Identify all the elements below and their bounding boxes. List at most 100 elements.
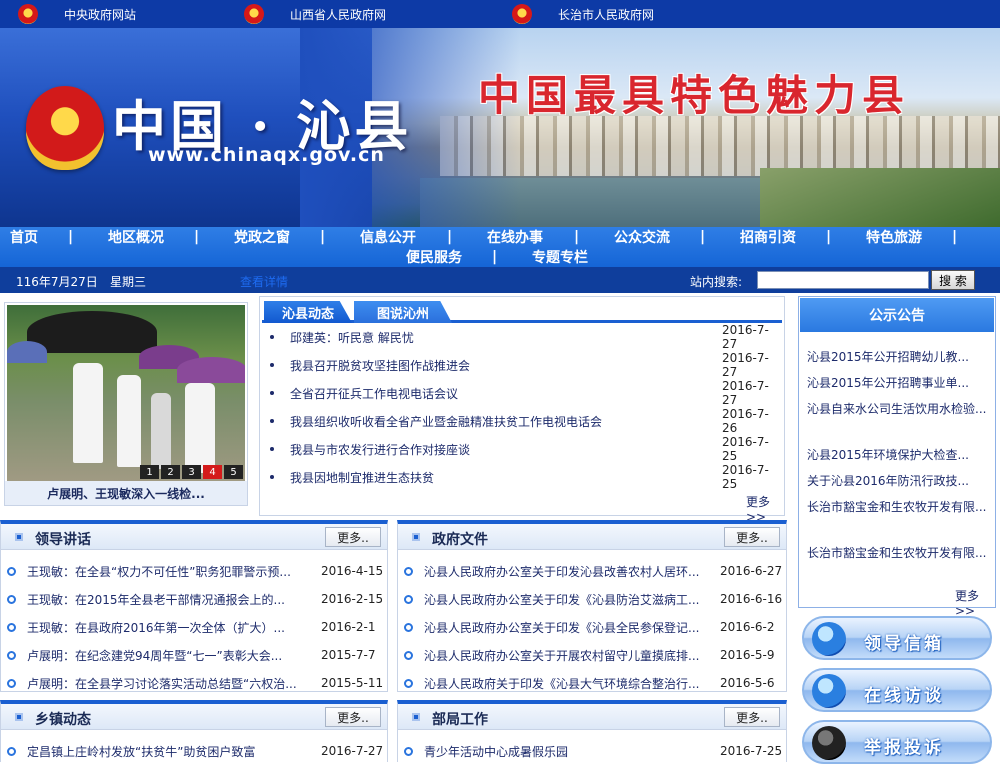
online-interview-button[interactable]: 在线访谈 [802, 668, 992, 712]
section-square-icon [15, 713, 23, 721]
site-url: www.chinaqx.gov.cn [148, 144, 385, 166]
umbrella [7, 341, 47, 363]
item-title[interactable]: 沁县人民政府办公室关于开展农村留守儿童摸底排... [424, 647, 699, 664]
nav-public-exchange[interactable]: 公众交流 [614, 227, 670, 247]
nav-separator: | [194, 229, 200, 245]
item-title[interactable]: 卢展明：在全县学习讨论落实活动总结暨“六权治... [27, 675, 297, 692]
notice-item[interactable]: 长治市豁宝金和生农牧开发有限... [807, 543, 991, 563]
nav-investment[interactable]: 招商引资 [740, 227, 796, 247]
news-title[interactable]: 我县召开脱贫攻坚挂图作战推进会 [290, 357, 470, 374]
news-title[interactable]: 我县因地制宜推进生态扶贫 [290, 469, 434, 486]
list-item[interactable]: 卢展明：在全县学习讨论落实活动总结暨“六权治... 2015-5-11 [1, 673, 387, 693]
slider-page[interactable]: 2 [161, 465, 180, 479]
list-item[interactable]: 沁县人民政府关于印发《沁县大气环境综合整治行... 2016-5-6 [398, 673, 786, 693]
top-link-shanxi-gov[interactable]: 山西省人民政府网 [244, 0, 386, 28]
nav-region-overview[interactable]: 地区概况 [108, 227, 164, 247]
notice-item[interactable]: 沁县2015年环境保护大检查... [807, 445, 991, 465]
news-date: 2016-7-26 [722, 407, 769, 435]
list-item[interactable]: 沁县人民政府办公室关于印发《沁县全民参保登记... 2016-6-2 [398, 617, 786, 637]
bullet-icon [270, 475, 274, 479]
news-item[interactable]: 我县因地制宜推进生态扶贫 2016-7-25 [260, 463, 784, 491]
browser-icon [812, 674, 846, 708]
section-more-button[interactable]: 更多.. [325, 527, 381, 547]
report-complaint-button[interactable]: 举报投诉 [802, 720, 992, 764]
notice-item[interactable]: 长治市豁宝金和生农牧开发有限... [807, 497, 991, 517]
top-link-label: 长治市人民政府网 [558, 7, 655, 22]
tab-qinxian-news[interactable]: 沁县动态 [264, 301, 352, 323]
item-title[interactable]: 沁县人民政府关于印发《沁县大气环境综合整治行... [424, 675, 699, 692]
section-more-button[interactable]: 更多.. [724, 707, 780, 727]
person [73, 363, 103, 463]
list-item[interactable]: 沁县人民政府办公室关于印发《沁县防治艾滋病工... 2016-6-16 [398, 589, 786, 609]
slider-page[interactable]: 1 [140, 465, 159, 479]
search-label: 站内搜索: [690, 275, 743, 289]
slider-page-active[interactable]: 4 [203, 465, 222, 479]
notice-item[interactable]: 沁县2015年公开招聘幼儿教... [807, 347, 991, 367]
list-item[interactable]: 王现敏：在县政府2016年第一次全体（扩大）... 2016-2-1 [1, 617, 387, 637]
news-title[interactable]: 邱建英：听民意 解民忧 [290, 329, 414, 346]
slide-photo[interactable] [7, 305, 245, 481]
slider-page[interactable]: 3 [182, 465, 201, 479]
list-item[interactable]: 卢展明：在纪念建党94周年暨“七一”表彰大会... 2015-7-7 [1, 645, 387, 665]
item-date: 2016-6-27 [720, 564, 783, 578]
news-item[interactable]: 邱建英：听民意 解民忧 2016-7-27 [260, 323, 784, 351]
list-item[interactable]: 王现敏：在全县“权力不可任性”职务犯罪警示预... 2016-4-15 [1, 561, 387, 581]
bullet-circle-icon [404, 594, 413, 604]
slide-caption[interactable]: 卢展明、王现敏深入一线检... [5, 481, 247, 505]
search-button[interactable]: 搜 索 [931, 270, 975, 290]
item-date: 2016-7-25 [720, 744, 783, 758]
top-link-changzhi-gov[interactable]: 长治市人民政府网 [512, 0, 654, 28]
bullet-circle-icon [7, 746, 16, 756]
national-emblem-icon [244, 4, 264, 24]
nav-separator: | [447, 229, 453, 245]
item-title[interactable]: 王现敏：在县政府2016年第一次全体（扩大）... [27, 619, 285, 636]
item-title[interactable]: 青少年活动中心成暑假乐园 [424, 743, 568, 760]
news-item[interactable]: 我县与市农发行进行合作对接座谈 2016-7-25 [260, 435, 784, 463]
service-label: 在线访谈 [864, 686, 944, 706]
item-title[interactable]: 沁县人民政府办公室关于印发沁县改善农村人居环... [424, 563, 699, 580]
notice-item[interactable]: 关于沁县2016年防汛行政技... [807, 471, 991, 491]
nav-info-disclosure[interactable]: 信息公开 [360, 227, 416, 247]
top-link-central-gov[interactable]: 中央政府网站 [18, 0, 136, 28]
notice-more-link[interactable]: 更多>> [955, 587, 995, 618]
list-item[interactable]: 定昌镇上庄岭村发放“扶贫牛”助贫困户致富 2016-7-27 [1, 741, 387, 761]
section-more-button[interactable]: 更多.. [724, 527, 780, 547]
news-item[interactable]: 全省召开征兵工作电视电话会议 2016-7-27 [260, 379, 784, 407]
top-link-label: 中央政府网站 [64, 7, 137, 22]
camera-icon [812, 726, 846, 760]
slider-page[interactable]: 5 [224, 465, 243, 479]
nav-online-service[interactable]: 在线办事 [487, 227, 543, 247]
nav-special-topics[interactable]: 专题专栏 [532, 247, 588, 267]
list-item[interactable]: 沁县人民政府办公室关于印发沁县改善农村人居环... 2016-6-27 [398, 561, 786, 581]
item-title[interactable]: 沁县人民政府办公室关于印发《沁县防治艾滋病工... [424, 591, 699, 608]
news-item[interactable]: 我县召开脱贫攻坚挂图作战推进会 2016-7-27 [260, 351, 784, 379]
nav-tourism[interactable]: 特色旅游 [866, 227, 922, 247]
section-more-button[interactable]: 更多.. [325, 707, 381, 727]
nav-home[interactable]: 首页 [10, 227, 38, 247]
item-title[interactable]: 定昌镇上庄岭村发放“扶贫牛”助贫困户致富 [27, 743, 255, 760]
section-title: 政府文件 [432, 532, 488, 548]
nav-separator: | [952, 229, 958, 245]
item-title[interactable]: 卢展明：在纪念建党94周年暨“七一”表彰大会... [27, 647, 282, 664]
search-input[interactable] [757, 271, 929, 289]
leader-mailbox-button[interactable]: 领导信箱 [802, 616, 992, 660]
section-header: 部局工作 更多.. [398, 704, 786, 730]
nav-convenience[interactable]: 便民服务 [406, 247, 462, 267]
news-item[interactable]: 我县组织收听收看全省产业暨金融精准扶贫工作电视电话会 2016-7-26 [260, 407, 784, 435]
notice-item[interactable]: 沁县自来水公司生活饮用水检验... [807, 399, 991, 419]
list-item[interactable]: 沁县人民政府办公室关于开展农村留守儿童摸底排... 2016-5-9 [398, 645, 786, 665]
item-title[interactable]: 王现敏：在全县“权力不可任性”职务犯罪警示预... [27, 563, 291, 580]
item-title[interactable]: 王现敏：在2015年全县老干部情况通报会上的... [27, 591, 285, 608]
news-title[interactable]: 全省召开征兵工作电视电话会议 [290, 385, 458, 402]
tab-photo-news[interactable]: 图说沁州 [354, 301, 452, 323]
item-title[interactable]: 沁县人民政府办公室关于印发《沁县全民参保登记... [424, 619, 699, 636]
news-title[interactable]: 我县组织收听收看全省产业暨金融精准扶贫工作电视电话会 [290, 413, 602, 430]
news-title[interactable]: 我县与市农发行进行合作对接座谈 [290, 441, 470, 458]
list-item[interactable]: 青少年活动中心成暑假乐园 2016-7-25 [398, 741, 786, 761]
list-item[interactable]: 王现敏：在2015年全县老干部情况通报会上的... 2016-2-15 [1, 589, 387, 609]
view-details-link[interactable]: 查看详情 [240, 273, 288, 290]
nav-party-gov[interactable]: 党政之窗 [234, 227, 290, 247]
item-date: 2016-7-27 [321, 744, 384, 758]
notice-item[interactable]: 沁县2015年公开招聘事业单... [807, 373, 991, 393]
photo-slider[interactable]: 1 2 3 4 5 卢展明、王现敏深入一线检... [4, 302, 248, 506]
